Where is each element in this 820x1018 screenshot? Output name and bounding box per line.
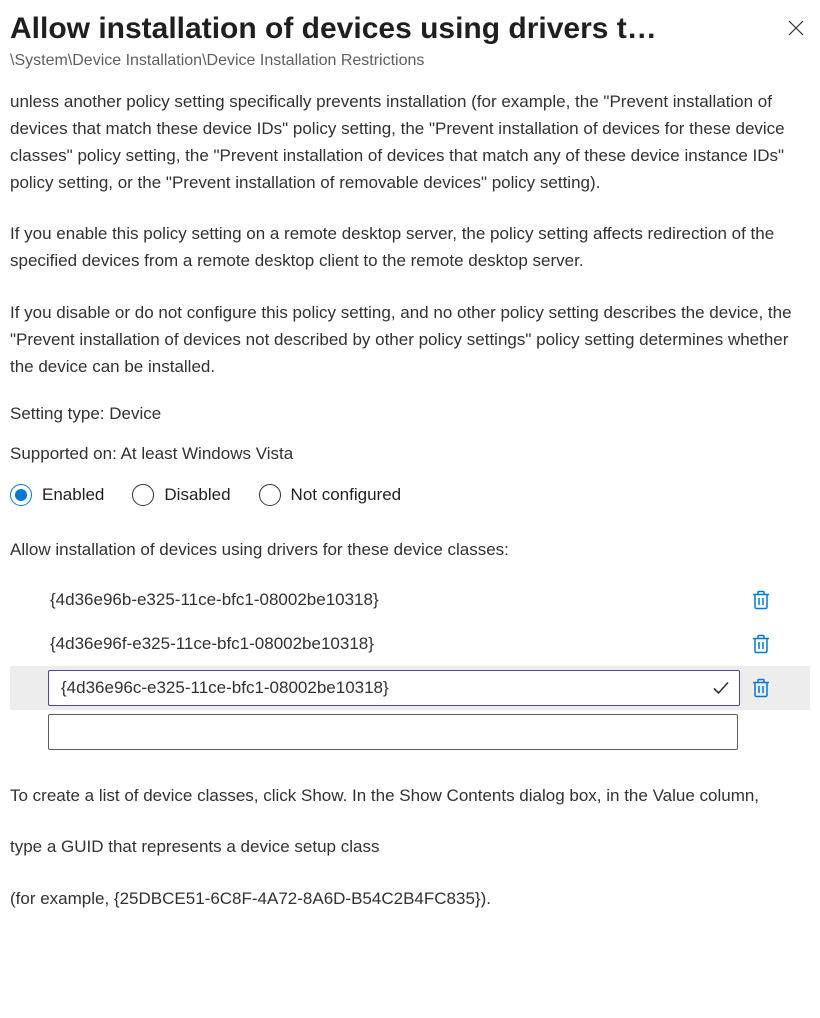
trash-icon	[752, 634, 770, 654]
close-button[interactable]	[782, 14, 810, 42]
list-item: {4d36e96f-e325-11ce-bfc1-08002be10318}	[10, 622, 810, 666]
list-item-editing	[10, 666, 810, 710]
close-icon	[788, 20, 804, 36]
radio-label: Not configured	[291, 485, 402, 505]
radio-icon	[132, 484, 154, 506]
state-radio-group: Enabled Disabled Not configured	[10, 484, 810, 506]
device-class-list: {4d36e96b-e325-11ce-bfc1-08002be10318} {…	[10, 578, 810, 754]
list-item-input[interactable]	[48, 670, 740, 706]
description-paragraph: unless another policy setting specifical…	[10, 88, 810, 197]
radio-not-configured[interactable]: Not configured	[259, 484, 402, 506]
list-item-value: {4d36e96b-e325-11ce-bfc1-08002be10318}	[10, 590, 740, 610]
checkmark-icon[interactable]	[712, 679, 730, 697]
radio-enabled[interactable]: Enabled	[10, 484, 104, 506]
list-item-blank	[10, 710, 810, 754]
page-title: Allow installation of devices using driv…	[10, 10, 762, 48]
delete-button[interactable]	[746, 628, 776, 660]
delete-button[interactable]	[746, 672, 776, 704]
setting-type-label: Setting type: Device	[10, 404, 810, 424]
help-paragraph: To create a list of device classes, clic…	[10, 782, 810, 809]
radio-label: Enabled	[42, 485, 104, 505]
list-label: Allow installation of devices using driv…	[10, 540, 810, 560]
list-item-input-blank[interactable]	[48, 714, 738, 750]
radio-icon	[10, 484, 32, 506]
list-item-value: {4d36e96f-e325-11ce-bfc1-08002be10318}	[10, 634, 740, 654]
description-paragraph: If you enable this policy setting on a r…	[10, 220, 810, 274]
list-item: {4d36e96b-e325-11ce-bfc1-08002be10318}	[10, 578, 810, 622]
supported-on-label: Supported on: At least Windows Vista	[10, 444, 810, 464]
help-paragraph: (for example, {25DBCE51-6C8F-4A72-8A6D-B…	[10, 885, 810, 912]
delete-button[interactable]	[746, 584, 776, 616]
help-paragraph: type a GUID that represents a device set…	[10, 833, 810, 860]
radio-icon	[259, 484, 281, 506]
trash-icon	[752, 678, 770, 698]
radio-label: Disabled	[164, 485, 230, 505]
description-paragraph: If you disable or do not configure this …	[10, 299, 810, 381]
breadcrumb: \System\Device Installation\Device Insta…	[10, 52, 810, 70]
trash-icon	[752, 590, 770, 610]
radio-disabled[interactable]: Disabled	[132, 484, 230, 506]
